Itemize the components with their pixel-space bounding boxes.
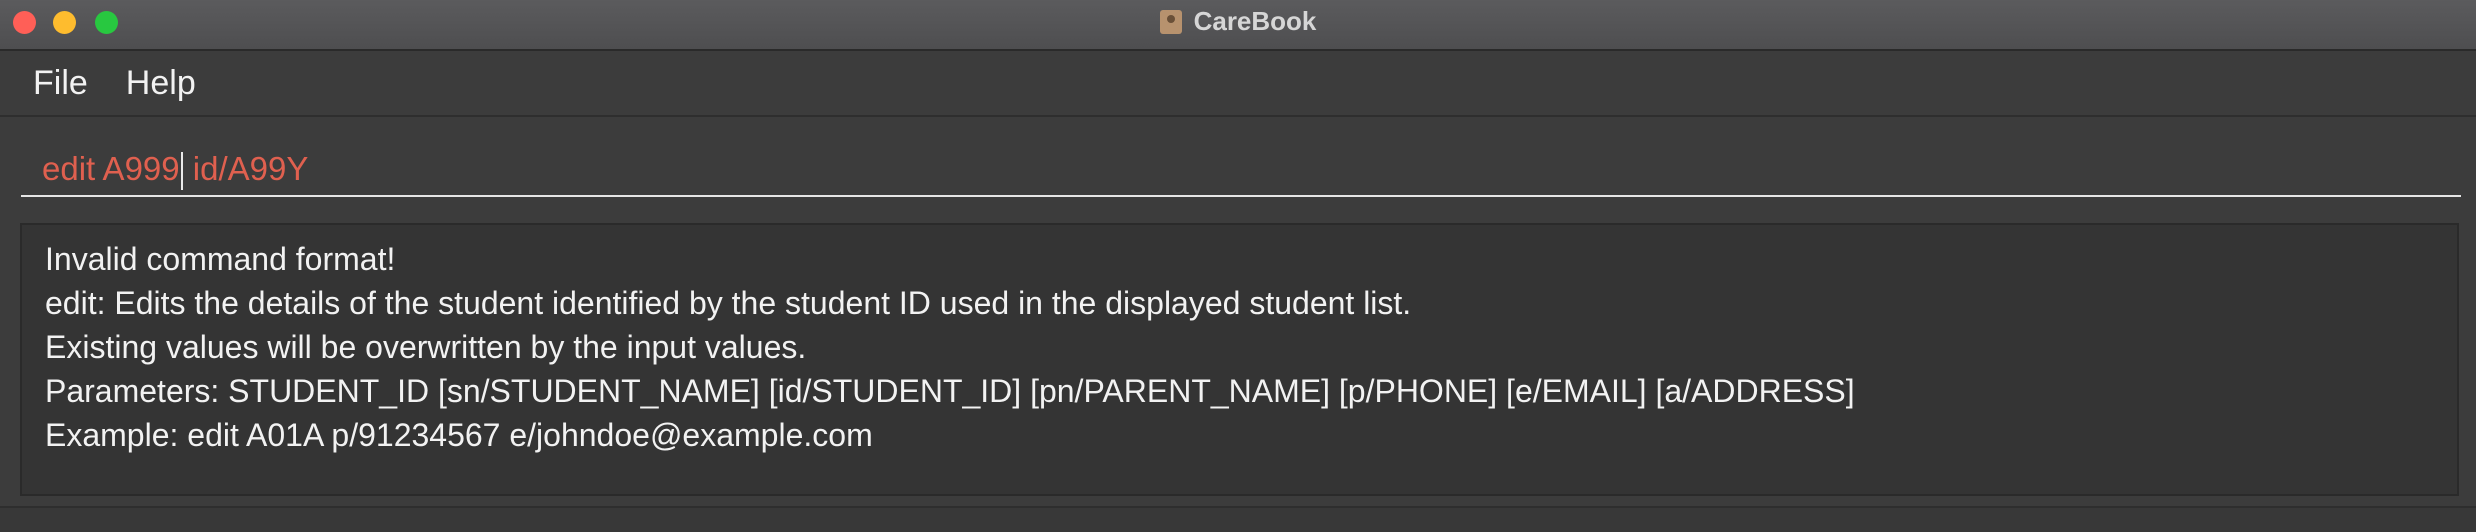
result-text: Invalid command format! edit: Edits the … [45,237,1855,457]
list-panel-edge [0,506,2476,532]
command-text-after-cursor: id/A99Y [183,150,309,187]
result-line-parameters: Parameters: STUDENT_ID [sn/STUDENT_NAME]… [45,373,1855,409]
text-cursor [180,152,183,191]
result-line-error: Invalid command format! [45,241,396,277]
menu-bar: File Help [0,51,2476,117]
result-line-example: Example: edit A01A p/91234567 e/johndoe@… [45,417,873,453]
menu-file[interactable]: File [33,64,88,103]
title-bar[interactable]: CareBook [0,0,2476,51]
window-title: CareBook [1193,6,1317,36]
carebook-window: CareBook File Help edit A999 id/A99Y Inv… [0,0,2476,532]
result-line-note: Existing values will be overwritten by t… [45,329,807,365]
menu-help[interactable]: Help [126,64,196,103]
contact-book-icon [1159,9,1182,34]
window-title-group: CareBook [0,0,2476,43]
command-input[interactable]: edit A999 id/A99Y [42,144,2422,194]
result-line-usage: edit: Edits the details of the student i… [45,285,1412,321]
command-input-underline [21,195,2461,197]
command-box: edit A999 id/A99Y [0,117,2476,215]
command-text-before-cursor: edit A999 [42,150,180,187]
result-display[interactable]: Invalid command format! edit: Edits the … [20,223,2459,496]
